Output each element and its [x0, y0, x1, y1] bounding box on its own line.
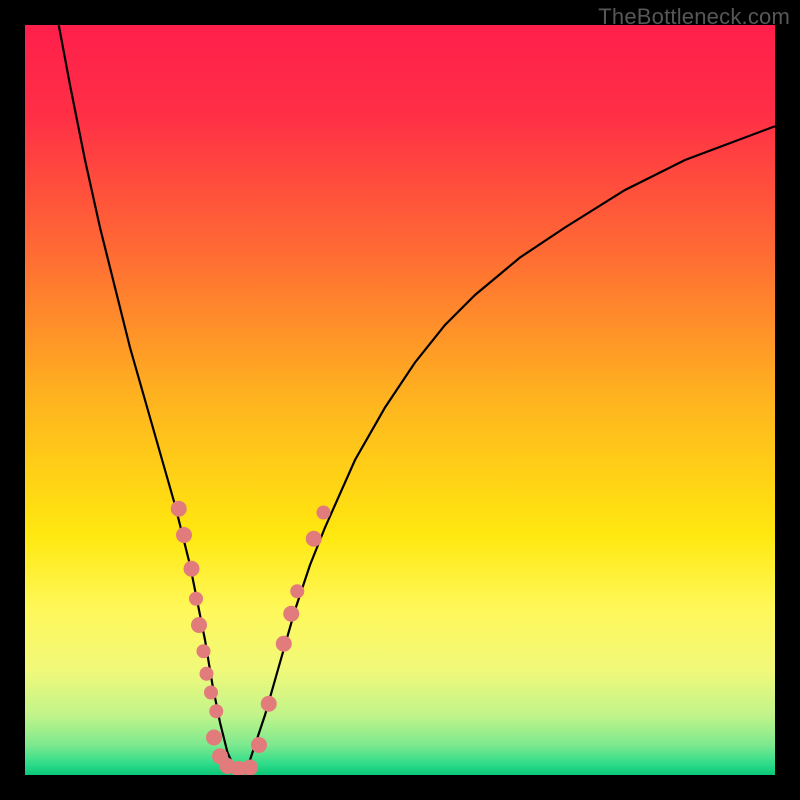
- frame: TheBottleneck.com: [0, 0, 800, 800]
- data-marker: [171, 501, 187, 517]
- data-marker: [206, 730, 222, 746]
- data-marker: [290, 584, 304, 598]
- data-marker: [276, 636, 292, 652]
- v-curve-right: [243, 126, 776, 769]
- curve-layer: [25, 25, 775, 775]
- marker-group: [171, 501, 331, 775]
- data-marker: [176, 527, 192, 543]
- data-marker: [317, 506, 331, 520]
- data-marker: [306, 531, 322, 547]
- plot-area: [25, 25, 775, 775]
- data-marker: [209, 704, 223, 718]
- data-marker: [200, 667, 214, 681]
- data-marker: [184, 561, 200, 577]
- data-marker: [242, 760, 258, 776]
- v-curve-left: [59, 25, 235, 769]
- data-marker: [283, 606, 299, 622]
- data-marker: [191, 617, 207, 633]
- data-marker: [204, 686, 218, 700]
- data-marker: [189, 592, 203, 606]
- data-marker: [251, 737, 267, 753]
- data-marker: [197, 644, 211, 658]
- data-marker: [261, 696, 277, 712]
